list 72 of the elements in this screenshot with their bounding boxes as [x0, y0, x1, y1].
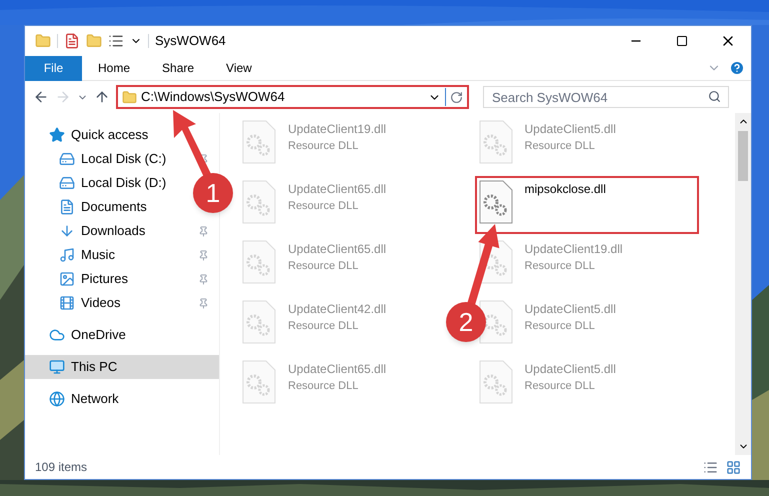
window-title: SysWOW64	[155, 32, 226, 50]
file-name: UpdateClient5.dll	[524, 121, 616, 138]
file-name: UpdateClient5.dll	[524, 301, 616, 318]
scroll-thumb[interactable]	[738, 131, 748, 181]
search-field[interactable]: Search SysWOW64	[483, 86, 729, 108]
help-icon[interactable]	[729, 60, 745, 76]
gear-file-icon	[478, 360, 512, 404]
details-view-icon[interactable]	[703, 460, 718, 474]
gear-file-icon	[242, 180, 276, 224]
file-name: UpdateClient42.dll	[288, 301, 386, 318]
address-bar[interactable]: C:\Windows\SysWOW64	[116, 85, 469, 109]
search-icon[interactable]	[708, 90, 721, 103]
sidebar-icon	[59, 199, 75, 215]
gear-file-icon	[242, 300, 276, 344]
sidebar-item[interactable]: OneDrive	[25, 323, 219, 347]
sidebar-icon	[49, 327, 65, 343]
sidebar-icon	[59, 223, 75, 239]
file-type: Resource DLL	[524, 259, 596, 274]
item-count: 109 items	[35, 459, 88, 476]
up-icon[interactable]	[94, 89, 110, 105]
sidebar-icon	[49, 359, 65, 375]
gear-file-icon	[242, 240, 276, 284]
sidebar-item[interactable]: This PC	[25, 355, 219, 379]
gear-file-icon	[242, 360, 276, 404]
sidebar-icon	[49, 127, 65, 143]
scrollbar[interactable]	[735, 113, 751, 455]
ribbon-tab[interactable]: Home	[82, 56, 146, 80]
large-icons-view-icon[interactable]	[726, 460, 741, 474]
file-type: Resource DLL	[288, 199, 360, 214]
file-item[interactable]: mipsokclose.dll	[474, 176, 699, 234]
sidebar-item[interactable]: Quick access	[25, 123, 219, 147]
sidebar-item[interactable]: Local Disk (D:)	[25, 171, 170, 195]
sidebar-item[interactable]: Documents	[25, 195, 151, 219]
sidebar-item[interactable]: Music	[25, 243, 219, 267]
sidebar-icon	[59, 151, 75, 167]
file-name: UpdateClient65.dll	[288, 361, 386, 378]
sidebar-item[interactable]: Local Disk (C:)	[25, 147, 219, 171]
ribbon-tab[interactable]: File	[25, 56, 82, 80]
sidebar-icon	[59, 175, 75, 191]
file-name: UpdateClient65.dll	[288, 181, 386, 198]
ribbon-tab[interactable]: Share	[146, 56, 210, 80]
folder-icon	[122, 90, 137, 104]
maximize-icon	[676, 35, 688, 47]
file-type: Resource DLL	[524, 379, 596, 394]
file-type: Resource DLL	[288, 379, 360, 394]
file-type: Resource DLL	[288, 319, 360, 334]
gear-file-icon	[478, 120, 512, 164]
back-icon[interactable]	[33, 89, 49, 105]
refresh-icon[interactable]	[450, 90, 463, 104]
sidebar-item[interactable]: Videos	[25, 291, 219, 315]
sidebar-icon	[59, 247, 75, 263]
gear-file-icon	[478, 300, 512, 344]
properties-icon[interactable]	[64, 33, 80, 49]
file-name: UpdateClient19.dll	[524, 241, 623, 258]
ribbon-tab[interactable]: View	[210, 56, 268, 80]
sidebar-item[interactable]: Pictures	[25, 267, 219, 291]
sidebar-icon	[49, 391, 65, 407]
sidebar-item[interactable]: Downloads	[25, 219, 219, 243]
gear-file-icon	[478, 180, 512, 224]
file-name: UpdateClient65.dll	[288, 241, 386, 258]
file-type: Resource DLL	[524, 139, 596, 154]
sidebar-item[interactable]: Network	[25, 387, 219, 411]
file-name: UpdateClient19.dll	[288, 121, 386, 138]
file-name: UpdateClient5.dll	[524, 361, 616, 378]
address-path: C:\Windows\SysWOW64	[141, 88, 285, 106]
file-type: Resource DLL	[288, 139, 360, 154]
gear-file-icon	[242, 120, 276, 164]
file-type: Resource DLL	[524, 319, 596, 334]
file-type: Resource DLL	[288, 259, 360, 274]
sidebar-icon	[59, 295, 75, 311]
file-name: mipsokclose.dll	[524, 181, 606, 198]
sidebar-icon	[59, 271, 75, 287]
